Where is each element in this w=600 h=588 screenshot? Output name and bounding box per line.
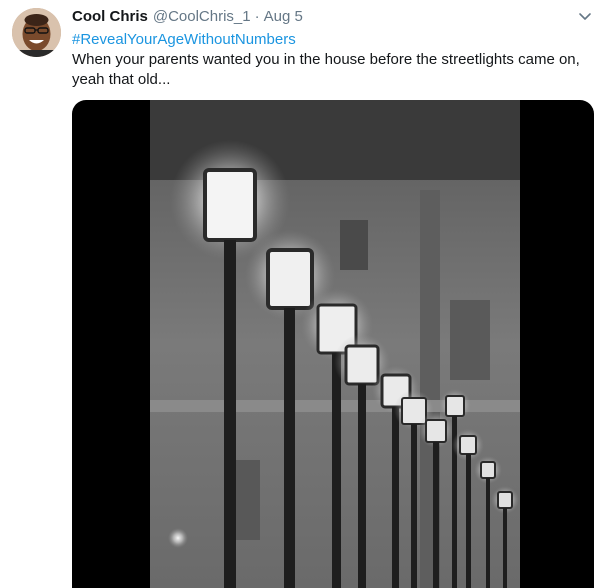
user-handle[interactable]: @CoolChris_1 (153, 8, 251, 25)
tweet-date[interactable]: Aug 5 (264, 8, 303, 25)
tweet-content: Cool Chris @CoolChris_1 · Aug 5 #RevealY… (72, 8, 584, 90)
hashtag-link[interactable]: #RevealYourAgeWithoutNumbers (72, 30, 584, 50)
tweet-media-video[interactable] (72, 100, 594, 588)
tweet: Cool Chris @CoolChris_1 · Aug 5 #RevealY… (0, 0, 600, 588)
streetlights-image (150, 100, 520, 588)
tweet-text: When your parents wanted you in the hous… (72, 51, 580, 88)
separator: · (254, 8, 260, 25)
chevron-down-icon[interactable] (578, 10, 592, 24)
tweet-header: Cool Chris @CoolChris_1 · Aug 5 (72, 8, 584, 28)
display-name[interactable]: Cool Chris (72, 8, 148, 25)
avatar[interactable] (12, 8, 61, 57)
